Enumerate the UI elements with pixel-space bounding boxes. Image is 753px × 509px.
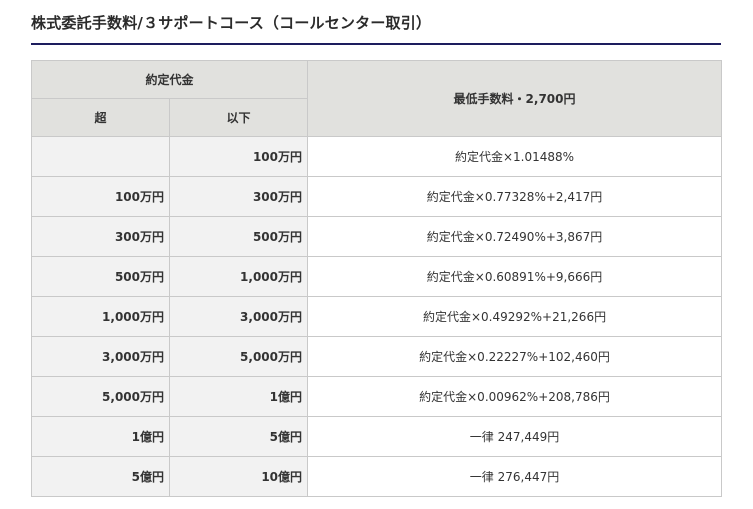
cell-fee: 約定代金×0.72490%+3,867円 xyxy=(307,216,723,257)
cell-under: 3,000万円 xyxy=(168,296,309,337)
cell-under: 1,000万円 xyxy=(168,256,309,297)
table-row: 500万円 1,000万円 約定代金×0.60891%+9,666円 xyxy=(31,256,723,297)
header-minimum-fee: 最低手数料・2,700円 xyxy=(307,60,723,137)
cell-over: 5,000万円 xyxy=(31,376,170,417)
table-row: 300万円 500万円 約定代金×0.72490%+3,867円 xyxy=(31,216,723,257)
cell-under: 1億円 xyxy=(168,376,309,417)
cell-over: 5億円 xyxy=(31,456,170,497)
cell-over: 3,000万円 xyxy=(31,336,170,377)
cell-under: 10億円 xyxy=(168,456,309,497)
cell-fee: 約定代金×0.77328%+2,417円 xyxy=(307,176,723,217)
cell-over: 1億円 xyxy=(31,416,170,457)
table-row: 1億円 5億円 一律 247,449円 xyxy=(31,416,723,457)
header-row-1: 約定代金 最低手数料・2,700円 xyxy=(30,60,723,137)
table-row: 100万円 300万円 約定代金×0.77328%+2,417円 xyxy=(31,176,723,217)
cell-fee: 約定代金×0.22227%+102,460円 xyxy=(307,336,723,377)
cell-over: 100万円 xyxy=(31,176,170,217)
cell-under: 500万円 xyxy=(168,216,309,257)
table-body: 100万円 約定代金×1.01488% 100万円 300万円 約定代金×0.7… xyxy=(31,136,723,497)
cell-fee: 約定代金×0.60891%+9,666円 xyxy=(307,256,723,297)
header-over: 超 xyxy=(31,98,170,137)
cell-fee: 一律 247,449円 xyxy=(307,416,723,457)
header-under: 以下 xyxy=(168,98,309,137)
page-title: 株式委託手数料/３サポートコース（コールセンター取引） xyxy=(31,14,432,32)
cell-fee: 一律 276,447円 xyxy=(307,456,723,497)
table-header: 約定代金 最低手数料・2,700円 超 以下 xyxy=(30,60,723,137)
cell-over: 500万円 xyxy=(31,256,170,297)
cell-fee: 約定代金×0.49292%+21,266円 xyxy=(307,296,723,337)
cell-fee: 約定代金×1.01488% xyxy=(307,136,723,177)
cell-fee: 約定代金×0.00962%+208,786円 xyxy=(307,376,723,417)
cell-under: 100万円 xyxy=(168,136,309,177)
header-contract-amount: 約定代金 xyxy=(30,60,309,99)
table-row: 3,000万円 5,000万円 約定代金×0.22227%+102,460円 xyxy=(31,336,723,377)
cell-under: 5億円 xyxy=(168,416,309,457)
table-row: 100万円 約定代金×1.01488% xyxy=(31,136,723,177)
cell-under: 5,000万円 xyxy=(168,336,309,377)
table-row: 5,000万円 1億円 約定代金×0.00962%+208,786円 xyxy=(31,376,723,417)
cell-over: 300万円 xyxy=(31,216,170,257)
cell-over xyxy=(31,136,170,177)
cell-under: 300万円 xyxy=(168,176,309,217)
table-row: 1,000万円 3,000万円 約定代金×0.49292%+21,266円 xyxy=(31,296,723,337)
table-row: 5億円 10億円 一律 276,447円 xyxy=(31,456,723,497)
cell-over: 1,000万円 xyxy=(31,296,170,337)
title-divider xyxy=(31,43,721,45)
commission-fee-table: 約定代金 最低手数料・2,700円 超 以下 100万円 約定代金×1.0148… xyxy=(30,60,723,497)
